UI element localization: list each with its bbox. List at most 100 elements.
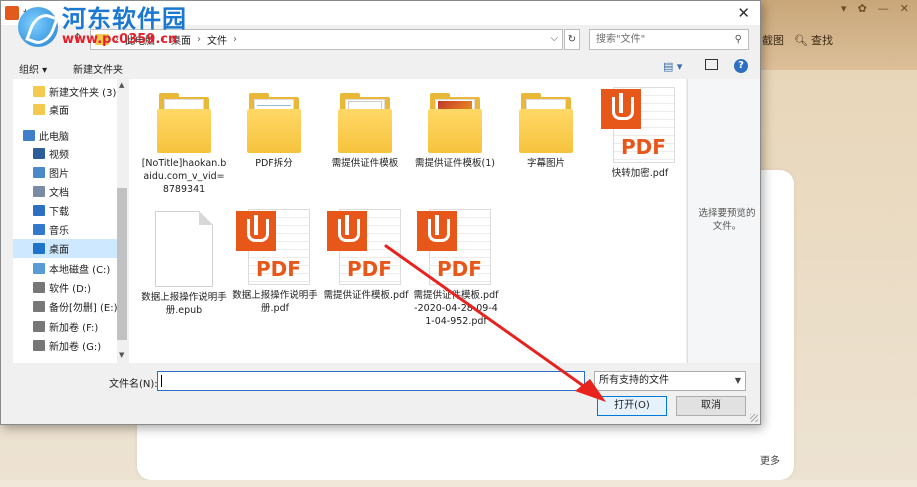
scroll-down-icon[interactable]: ▼ [119, 351, 124, 359]
screenshot-button[interactable]: 截图 [762, 32, 784, 48]
file-item[interactable]: 需提供证件模板(1) [412, 91, 498, 170]
filename-label: 文件名(N): [109, 379, 158, 390]
folder-icon [157, 91, 211, 153]
breadcrumb-this-pc[interactable]: 此电脑 [125, 32, 155, 47]
pdf-badge-text: PDF [347, 257, 392, 281]
skin-icon[interactable]: ✿ [858, 2, 867, 15]
file-type-select[interactable]: 所有支持的文件 ▼ [594, 371, 746, 391]
nav-item[interactable]: 桌面 [13, 239, 117, 258]
open-button[interactable]: 打开(O) [597, 396, 667, 416]
text-caret [161, 375, 162, 387]
address-bar[interactable]: › 此电脑 › 桌面 › 文件 › ⌵ [90, 29, 563, 50]
pdf-file-icon: PDF [601, 87, 679, 163]
nav-item[interactable]: 下载 [13, 201, 117, 220]
file-type-value: 所有支持的文件 [599, 375, 669, 386]
drive-c-icon [33, 263, 45, 274]
nav-item[interactable]: 软件 (D:) [13, 278, 117, 297]
nav-item[interactable]: 此电脑 [13, 126, 117, 145]
nav-item-label: 桌面 [49, 106, 69, 117]
nav-item[interactable]: 新加卷 (F:) [13, 317, 117, 336]
video-icon [33, 148, 45, 159]
organize-menu[interactable]: 组织 ▾ [19, 61, 47, 76]
nav-item[interactable]: 视频 [13, 144, 117, 163]
nav-item-label: 本地磁盘 (C:) [49, 265, 111, 276]
nav-item[interactable]: 音乐 [13, 220, 117, 239]
minimize-icon[interactable]: — [878, 2, 889, 15]
pdf-badge-text: PDF [437, 257, 482, 281]
nav-item[interactable]: 桌面 [13, 100, 117, 119]
blank-file-icon [155, 211, 213, 287]
folder-icon [428, 91, 482, 153]
file-item[interactable]: [NoTitle]haokan.baidu.com_v_vid=8789341 [141, 91, 227, 196]
file-item[interactable]: PDF 快转加密.pdf [597, 87, 683, 180]
find-button[interactable]: 🔍︎ 查找 [794, 32, 833, 48]
preview-pane-icon[interactable] [705, 59, 718, 70]
view-options-icon[interactable]: ▤ ▾ [663, 60, 682, 73]
preview-message: 选择要预览的文件。 [698, 208, 756, 232]
nav-item-label: 此电脑 [39, 132, 69, 143]
nav-item-label: 视频 [49, 150, 69, 161]
scroll-up-icon[interactable]: ▲ [119, 81, 124, 89]
folder-icon [33, 104, 45, 115]
breadcrumb-files[interactable]: 文件 [207, 32, 227, 47]
background-tools: 截图 🔍︎ 查找 [762, 32, 833, 48]
nav-item[interactable]: 本地磁盘 (C:) [13, 259, 117, 278]
nav-item[interactable]: 备份[勿删] (E:) [13, 297, 117, 316]
nav-scrollbar-thumb[interactable] [117, 188, 127, 340]
resize-grip[interactable] [750, 414, 758, 422]
pdf-file-icon: PDF [327, 209, 405, 285]
file-name: [NoTitle]haokan.baidu.com_v_vid=8789341 [141, 158, 227, 195]
file-name: PDF拆分 [255, 158, 293, 169]
file-item[interactable]: PDF拆分 [231, 91, 317, 170]
chevron-right-icon[interactable]: › [161, 34, 165, 45]
menu-icon[interactable]: ▾ [841, 2, 847, 15]
file-item[interactable]: PDF 需提供证件模板.pdf-2020-04-28-09-41-04-952.p… [413, 209, 499, 328]
preview-pane: 选择要预览的文件。 [687, 79, 760, 363]
file-name: 需提供证件模板.pdf-2020-04-28-09-41-04-952.pdf [413, 290, 499, 327]
new-folder-button[interactable]: 新建文件夹 [73, 61, 123, 76]
find-label: 查找 [810, 34, 833, 47]
drive-icon [33, 282, 45, 293]
dialog-close-button[interactable]: ✕ [737, 4, 750, 22]
file-item[interactable]: PDF 需提供证件模板.pdf [323, 209, 409, 302]
close-icon[interactable]: ✕ [900, 2, 909, 15]
chevron-down-icon[interactable]: ⌵ [550, 33, 558, 44]
more-link[interactable]: 更多 [760, 452, 780, 467]
folder-icon [33, 86, 45, 97]
refresh-button[interactable]: ↻ [564, 29, 580, 50]
nav-item-label: 音乐 [49, 226, 69, 237]
search-icon[interactable]: ⚲ [735, 30, 742, 49]
documents-icon [33, 186, 45, 197]
chevron-down-icon[interactable]: ▼ [735, 372, 741, 390]
breadcrumb-desktop[interactable]: 桌面 [171, 32, 191, 47]
filename-input[interactable] [157, 371, 585, 391]
up-arrow-icon[interactable]: ↑ [73, 31, 82, 44]
file-item[interactable]: PDF 数据上报操作说明手册.pdf [232, 209, 318, 315]
nav-item[interactable]: 文档 [13, 182, 117, 201]
chevron-right-icon[interactable]: › [197, 34, 201, 45]
chevron-right-icon[interactable]: › [115, 34, 119, 45]
nav-item[interactable]: 图片 [13, 163, 117, 182]
open-file-dialog: 打开 ✕ ↑ › 此电脑 › 桌面 › 文件 › ⌵ ↻ 搜索"文件" ⚲ 组织… [0, 0, 761, 425]
nav-item[interactable]: 新建文件夹 (3) [13, 82, 117, 101]
nav-item-label: 新加卷 (F:) [49, 323, 99, 334]
dialog-title: 打开 [23, 10, 43, 21]
chevron-right-icon[interactable]: › [233, 34, 237, 45]
help-icon[interactable]: ? [734, 59, 748, 73]
navigation-bar: ↑ › 此电脑 › 桌面 › 文件 › ⌵ ↻ 搜索"文件" ⚲ [1, 26, 760, 52]
nav-item[interactable]: 新加卷 (G:) [13, 336, 117, 355]
search-input[interactable]: 搜索"文件" ⚲ [589, 29, 749, 50]
app-icon [5, 6, 19, 20]
nav-item-label: 文档 [49, 188, 69, 199]
computer-icon [23, 130, 35, 141]
file-item[interactable]: 需提供证件模板 [322, 91, 408, 170]
file-item[interactable]: 数据上报操作说明手册.epub [141, 211, 227, 317]
file-name: 需提供证件模板.pdf [323, 290, 409, 301]
nav-item-label: 备份[勿删] (E:) [49, 303, 118, 314]
background-window-controls: ▾ ✿ — ✕ [841, 2, 909, 15]
file-item[interactable]: 字幕图片 [503, 91, 589, 170]
file-name: 字幕图片 [526, 158, 565, 169]
drive-icon [33, 340, 45, 351]
cancel-button[interactable]: 取消 [676, 396, 746, 416]
folder-icon [519, 91, 573, 153]
